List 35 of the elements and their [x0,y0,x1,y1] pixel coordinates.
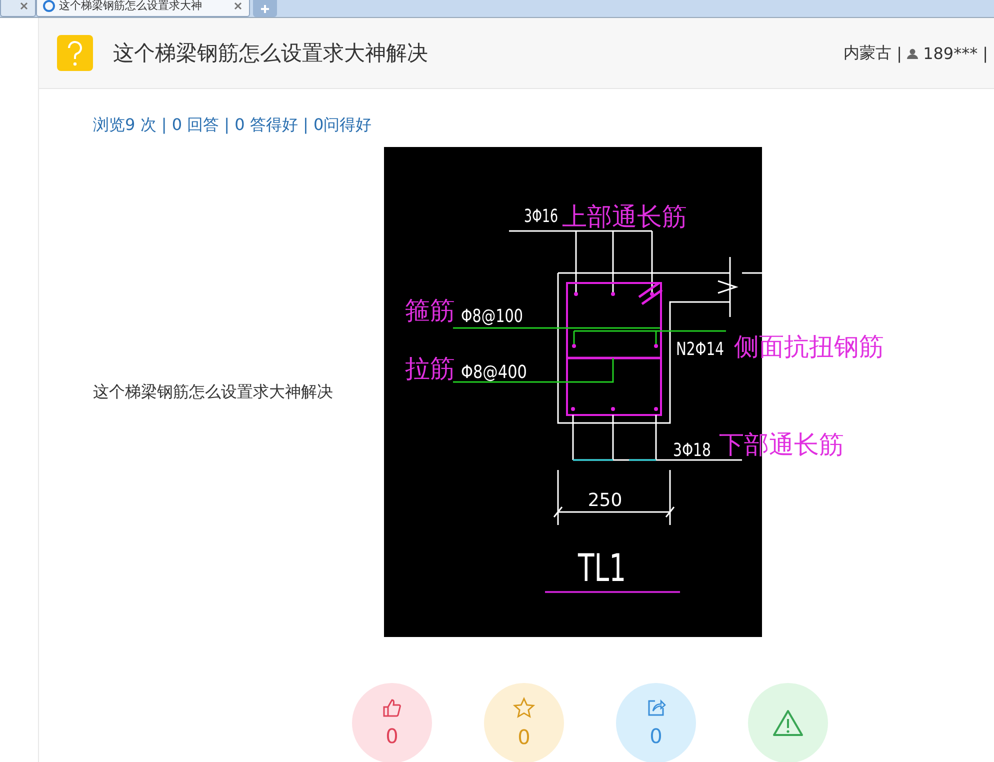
plus-icon [260,4,270,14]
share-button[interactable]: 0 [616,683,696,762]
separator: | [982,44,988,62]
separator: | [896,44,902,62]
new-tab-button[interactable] [253,0,277,17]
favorite-button[interactable]: 0 [484,683,564,762]
close-icon[interactable] [233,0,243,10]
count-text: 0 [518,725,530,749]
rebar-spec-text: Φ8@400 [461,362,539,383]
beam-name-text: TL1 [578,546,647,590]
browser-tab[interactable] [0,0,36,17]
user-icon [907,48,918,58]
warning-icon [772,709,804,737]
question-stats: 浏览9 次 | 0 回答 | 0 答得好 | 0问得好 [93,115,373,136]
count-text: 0 [386,724,398,748]
question-body: 这个梯梁钢筋怎么设置求大神解决 [93,382,334,402]
username: 189*** [923,44,978,62]
browser-tab[interactable]: 这个梯梁钢筋怎么设置求大神 [36,0,250,17]
star-icon [513,697,535,719]
rebar-spec-text: 3Φ18 [673,440,722,461]
count-text: 0 [650,724,662,748]
drawing-label: 上部通长筋 [562,202,687,231]
drawing-label: 拉筋 [405,354,455,383]
question-title: 这个梯梁钢筋怎么设置求大神解决 [113,40,429,67]
dimension-text: 250 [588,490,622,511]
like-button[interactable]: 0 [352,683,432,762]
close-icon[interactable] [19,0,29,10]
question-icon [57,35,93,71]
share-icon [646,698,666,718]
thumbs-up-icon [382,698,402,718]
drawing-label: 箍筋 [405,296,455,325]
tab-title: 这个梯梁钢筋怎么设置求大神 [59,0,203,13]
rebar-spec-text: Φ8@100 [461,306,539,327]
browser-logo-icon [43,0,55,12]
location-text: 内蒙古 [844,42,892,64]
